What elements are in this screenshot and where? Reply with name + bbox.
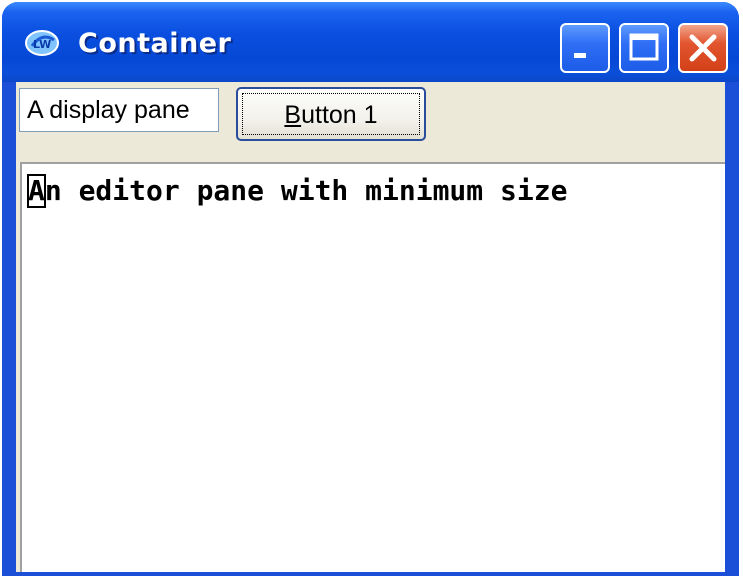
- button-1-label-rest: utton 1: [301, 101, 378, 129]
- window-title: Container: [78, 28, 232, 59]
- maximize-icon: [629, 33, 659, 61]
- minimize-button[interactable]: [560, 23, 610, 73]
- display-pane: A display pane: [19, 88, 219, 132]
- minimize-icon: [574, 53, 586, 58]
- button-1-label: Button 1: [238, 101, 424, 130]
- svg-text:LW: LW: [33, 38, 51, 51]
- editor-text[interactable]: An editor pane with minimum size: [28, 174, 567, 207]
- client-area: A display pane Button 1 An editor pane w…: [16, 82, 725, 572]
- maximize-button[interactable]: [619, 23, 669, 73]
- close-button[interactable]: [678, 23, 728, 73]
- editor-pane[interactable]: An editor pane with minimum size: [20, 162, 725, 572]
- button-1[interactable]: Button 1: [236, 87, 426, 141]
- button-1-mnemonic: B: [284, 101, 302, 129]
- title-bar[interactable]: LW Container: [2, 2, 739, 82]
- close-icon: [689, 34, 717, 62]
- labwindows-icon: LW: [25, 30, 59, 56]
- container-window: LW Container A display pane Button 1 An …: [2, 2, 739, 576]
